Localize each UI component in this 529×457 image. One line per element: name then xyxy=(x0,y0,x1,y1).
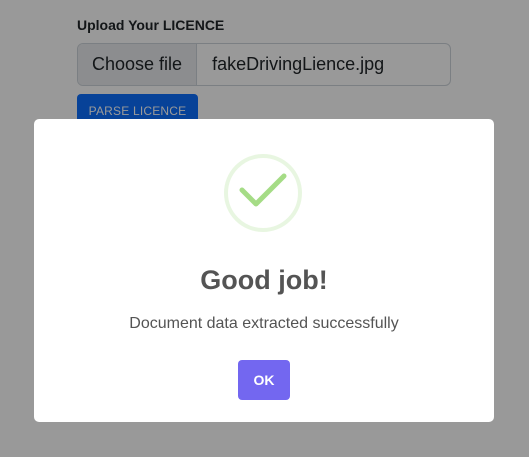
checkmark-success-icon xyxy=(224,154,302,232)
ok-button[interactable]: OK xyxy=(238,360,290,400)
success-dialog: Good job! Document data extracted succes… xyxy=(34,119,494,422)
dialog-message: Document data extracted successfully xyxy=(129,315,399,332)
dialog-title: Good job! xyxy=(200,265,328,295)
